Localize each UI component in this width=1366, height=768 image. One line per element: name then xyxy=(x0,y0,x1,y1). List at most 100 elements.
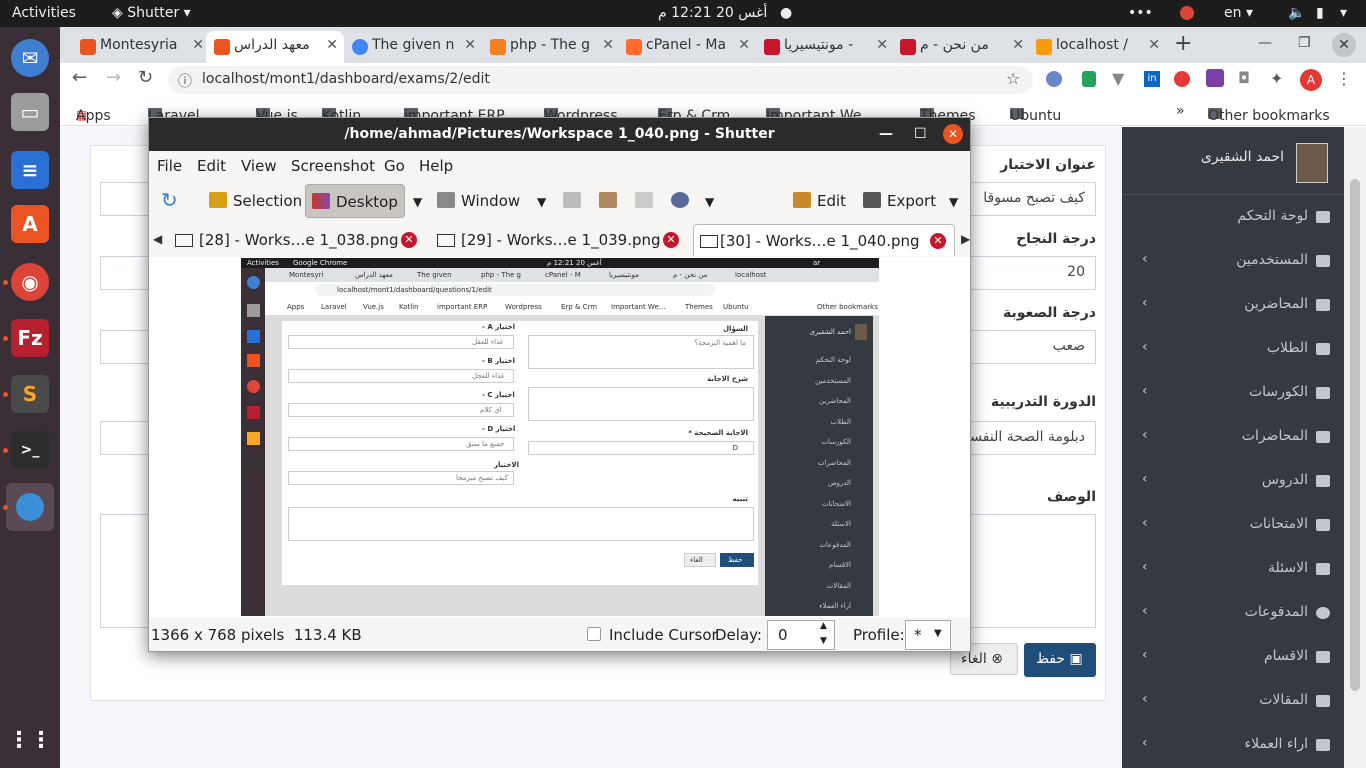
shutter-tab-30[interactable]: [30] - Works…e 1_040.png ✕ xyxy=(693,224,955,256)
app-menu[interactable]: ◈ Shutter ▾ xyxy=(112,5,191,21)
extension-purple-icon[interactable] xyxy=(1206,69,1224,87)
menu-edit[interactable]: Edit xyxy=(197,157,226,175)
volume-icon[interactable]: 🔈 xyxy=(1288,5,1305,21)
close-window-icon[interactable]: ✕ xyxy=(943,124,963,144)
chrome-icon[interactable]: ◉ xyxy=(11,263,49,301)
info-icon[interactable]: ⓘ xyxy=(178,71,192,91)
shutter-titlebar[interactable]: /home/ahmad/Pictures/Workspace 1_040.png… xyxy=(149,118,970,151)
address-bar[interactable]: ⓘ localhost/mont1/dashboard/exams/2/edit… xyxy=(168,66,1033,94)
language-selector[interactable]: en ▾ xyxy=(1224,5,1253,21)
desktop-dropdown-icon[interactable]: ▼ xyxy=(407,184,428,218)
menu-capture-icon[interactable] xyxy=(557,184,593,218)
close-tab-icon[interactable]: ✕ xyxy=(602,37,614,53)
forward-icon[interactable]: → xyxy=(106,67,121,88)
shutter-tab-29[interactable]: [29] - Works…e 1_039.png ✕ xyxy=(435,224,685,256)
menu-help[interactable]: Help xyxy=(419,157,453,175)
close-tab-icon[interactable]: ✕ xyxy=(738,37,750,53)
include-cursor-checkbox[interactable] xyxy=(587,627,601,641)
user-panel[interactable]: احمد الشقيرى xyxy=(1122,127,1344,195)
refresh-icon[interactable]: ↻ xyxy=(155,184,184,218)
sidebar-item-exams[interactable]: ‹ الامتحانات xyxy=(1122,507,1344,543)
filezilla-icon[interactable]: Fz xyxy=(11,319,49,357)
extension-red-icon[interactable] xyxy=(1174,71,1190,87)
battery-icon[interactable]: ▮ xyxy=(1316,5,1324,21)
sidebar-item-lecturers[interactable]: ‹ المحاضرين xyxy=(1122,287,1344,323)
web-capture-icon[interactable] xyxy=(629,184,665,218)
sidebar-item-articles[interactable]: ‹ المقالات xyxy=(1122,683,1344,719)
more-dropdown-icon[interactable]: ▼ xyxy=(699,184,720,218)
export-button[interactable]: Export xyxy=(857,184,942,218)
files-icon[interactable]: ▭ xyxy=(11,93,49,131)
browser-tab[interactable]: The given n ✕ xyxy=(344,31,482,63)
desktop-button[interactable]: Desktop xyxy=(305,184,405,218)
sidebar-item-questions[interactable]: ‹ الاسئلة xyxy=(1122,551,1344,587)
close-tab-icon[interactable]: ✕ xyxy=(663,232,679,248)
menu-screenshot[interactable]: Screenshot xyxy=(291,157,375,175)
close-tab-icon[interactable]: ✕ xyxy=(326,37,338,53)
close-tab-icon[interactable]: ✕ xyxy=(192,37,204,53)
puzzle-icon[interactable]: ✦ xyxy=(1270,69,1283,88)
scrollbar-thumb[interactable] xyxy=(1350,179,1360,691)
sidebar-item-dashboard[interactable]: لوحة التحكم xyxy=(1122,199,1344,235)
system-menu-icon[interactable]: ▾ xyxy=(1340,5,1347,21)
adguard-icon[interactable] xyxy=(1082,71,1096,87)
sidebar-item-payments[interactable]: ‹ المدفوعات xyxy=(1122,595,1344,631)
software-center-icon[interactable]: A xyxy=(11,205,49,243)
browser-tab[interactable]: من نحن - م ✕ xyxy=(892,31,1030,63)
close-tab-icon[interactable]: ✕ xyxy=(464,37,476,53)
linkedin-icon[interactable]: in xyxy=(1144,71,1160,87)
browser-tab-active[interactable]: معهد الدراس ✕ xyxy=(206,31,344,63)
bookmark-star-icon[interactable]: ☆ xyxy=(1006,69,1020,88)
window-dropdown-icon[interactable]: ▼ xyxy=(531,184,552,218)
profile-select[interactable]: * ▼ xyxy=(905,620,951,650)
sidebar-item-lectures[interactable]: ‹ المحاضرات xyxy=(1122,419,1344,455)
close-tab-icon[interactable]: ✕ xyxy=(1148,37,1160,53)
terminal-icon[interactable]: >_ xyxy=(11,431,49,469)
export-dropdown-icon[interactable]: ▼ xyxy=(943,184,964,218)
spin-up-icon[interactable]: ▲ xyxy=(820,621,827,631)
sidebar-item-sections[interactable]: ‹ الاقسام xyxy=(1122,639,1344,675)
close-tab-icon[interactable]: ✕ xyxy=(930,233,946,249)
extension-icon[interactable] xyxy=(1046,71,1062,87)
new-tab-icon[interactable]: + xyxy=(1174,31,1192,56)
chrome-indicator-icon[interactable] xyxy=(1180,6,1194,20)
profile-avatar[interactable]: A xyxy=(1300,69,1322,91)
sidebar-item-lessons[interactable]: ‹ الدروس xyxy=(1122,463,1344,499)
minimize-icon[interactable]: — xyxy=(1258,35,1272,51)
chrome-menu-icon[interactable]: ⋮ xyxy=(1336,69,1352,88)
minimize-icon[interactable]: — xyxy=(879,126,893,142)
shutter-tab-28[interactable]: [28] - Works…e 1_038.png ✕ xyxy=(173,224,423,256)
page-scrollbar[interactable] xyxy=(1344,127,1366,768)
thunderbird-icon[interactable]: ✉ xyxy=(11,39,49,77)
browser-tab[interactable]: cPanel - Ma ✕ xyxy=(618,31,756,63)
bookmarks-overflow[interactable]: » xyxy=(1176,103,1185,119)
sidebar-item-testimonials[interactable]: ‹ اراء العملاء xyxy=(1122,727,1344,763)
selection-button[interactable]: Selection xyxy=(203,184,308,218)
back-icon[interactable]: ← xyxy=(72,67,87,88)
close-tab-icon[interactable]: ✕ xyxy=(401,232,417,248)
vue-devtools-icon[interactable]: ▼ xyxy=(1112,69,1124,88)
activities-button[interactable]: Activities xyxy=(12,5,76,21)
sublime-text-icon[interactable]: S xyxy=(11,375,49,413)
menu-view[interactable]: View xyxy=(241,157,277,175)
close-tab-icon[interactable]: ✕ xyxy=(1012,37,1024,53)
save-button[interactable]: حفظ ▣ xyxy=(1024,643,1096,677)
menu-go[interactable]: Go xyxy=(384,157,405,175)
shutter-icon[interactable] xyxy=(6,483,54,531)
close-tab-icon[interactable]: ✕ xyxy=(876,37,888,53)
screenshot-preview[interactable]: Activities Google Chrome أغس 20 12:21 م … xyxy=(241,258,879,616)
redo-capture-icon[interactable] xyxy=(665,184,701,218)
menu-file[interactable]: File xyxy=(157,157,182,175)
browser-tab[interactable]: localhost / ✕ xyxy=(1028,31,1166,63)
show-applications-icon[interactable]: ⋮⋮ xyxy=(8,721,52,759)
window-button[interactable]: Window xyxy=(431,184,526,218)
maximize-icon[interactable]: ☐ xyxy=(914,126,927,142)
sidebar-item-users[interactable]: ‹ المستخدمين xyxy=(1122,243,1344,279)
delay-spinner[interactable]: 0 ▲ ▼ xyxy=(767,620,835,650)
edit-button[interactable]: Edit xyxy=(787,184,852,218)
maximize-icon[interactable]: ❐ xyxy=(1298,35,1311,51)
tabs-scroll-left-icon[interactable]: ◀ xyxy=(153,232,162,246)
browser-tab[interactable]: php - The g ✕ xyxy=(482,31,620,63)
tooltip-capture-icon[interactable] xyxy=(593,184,629,218)
clock[interactable]: أغس 20 12:21 م xyxy=(658,5,767,21)
